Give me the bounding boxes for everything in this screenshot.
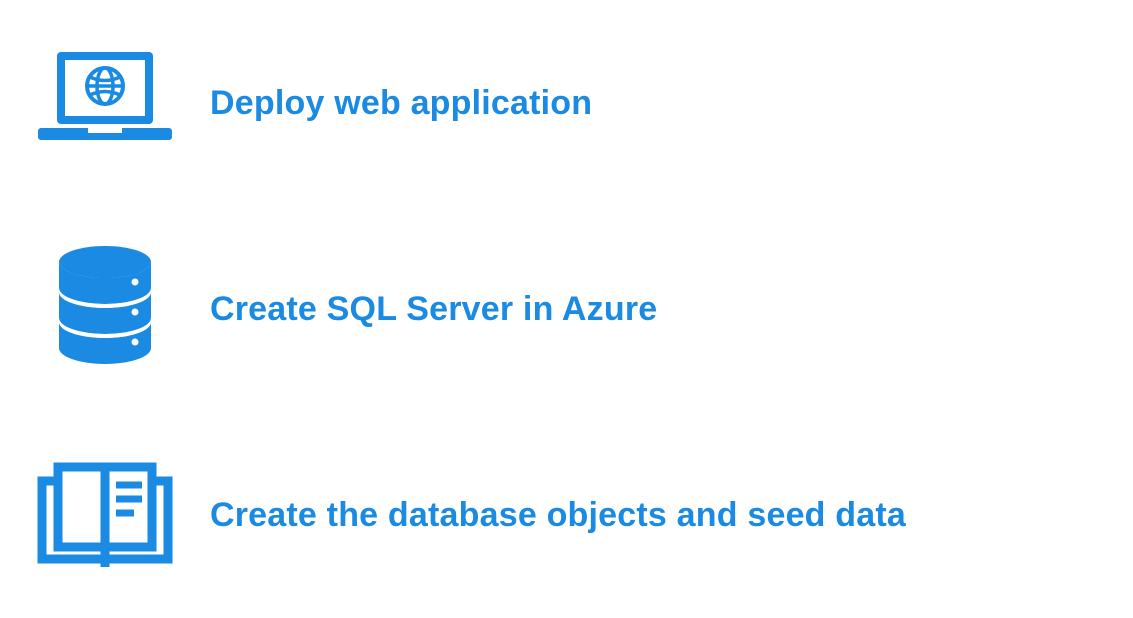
step-row: Deploy web application [0, 0, 1133, 206]
database-icon [0, 244, 210, 374]
laptop-globe-icon [0, 48, 210, 158]
step-label: Create SQL Server in Azure [210, 290, 1133, 329]
step-label: Deploy web application [210, 84, 1133, 123]
step-row: Create the database objects and seed dat… [0, 412, 1133, 618]
step-label: Create the database objects and seed dat… [210, 496, 1133, 535]
open-book-icon [0, 455, 210, 575]
steps-list: Deploy web application [0, 0, 1133, 618]
step-row: Create SQL Server in Azure [0, 206, 1133, 412]
